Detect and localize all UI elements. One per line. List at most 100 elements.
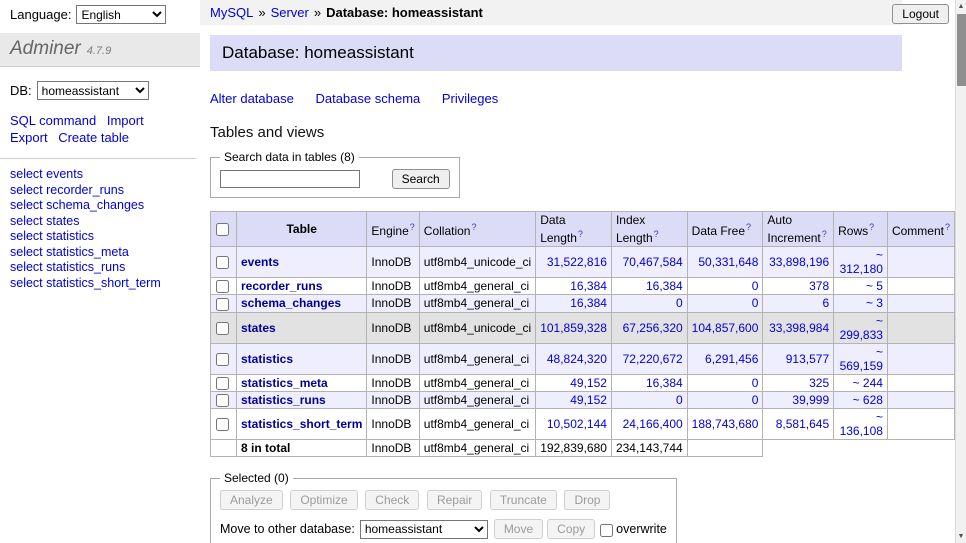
sidebar-table-link[interactable]: select statistics <box>10 229 190 245</box>
scrollbar-thumb[interactable] <box>957 14 966 86</box>
data-length-link[interactable]: 49,152 <box>570 376 607 390</box>
data-free-link[interactable]: 0 <box>752 279 759 293</box>
rows-link[interactable]: ~ 299,833 <box>840 314 883 342</box>
index-length-link[interactable]: 16,384 <box>646 376 683 390</box>
sidebar-link[interactable]: SQL command <box>10 112 96 129</box>
table-name-link[interactable]: states <box>241 321 276 335</box>
index-length-link[interactable]: 16,384 <box>646 279 683 293</box>
table-name-link[interactable]: statistics_runs <box>241 393 326 407</box>
data-length-link[interactable]: 16,384 <box>570 279 607 293</box>
move-button[interactable]: Move <box>494 519 543 539</box>
db-action-link[interactable]: Database schema <box>315 91 420 106</box>
data-free-link[interactable]: 0 <box>752 296 759 310</box>
db-select[interactable]: homeassistant <box>37 81 149 100</box>
sidebar-table-link[interactable]: select schema_changes <box>10 198 190 214</box>
sidebar-table-link[interactable]: select statistics_meta <box>10 245 190 261</box>
index-length-link[interactable]: 0 <box>676 393 683 407</box>
data-length-link[interactable]: 31,522,816 <box>547 255 607 269</box>
auto-increment-link[interactable]: 378 <box>809 279 829 293</box>
language-select[interactable]: English <box>76 5 166 24</box>
table-search-input[interactable] <box>220 170 360 188</box>
help-link[interactable]: ? <box>945 222 950 232</box>
index-length-link[interactable]: 67,256,320 <box>623 321 683 335</box>
sidebar-table-link[interactable]: select events <box>10 167 190 183</box>
auto-increment-link[interactable]: 8,581,645 <box>776 417 829 431</box>
rows-link[interactable]: ~ 244 <box>853 376 883 390</box>
check-button[interactable]: Check <box>365 490 419 510</box>
data-free-link[interactable]: 0 <box>752 393 759 407</box>
rows-link[interactable]: ~ 3 <box>866 296 883 310</box>
sidebar-table-link[interactable]: select recorder_runs <box>10 183 190 199</box>
truncate-button[interactable]: Truncate <box>490 490 557 510</box>
sidebar-link[interactable]: Export <box>10 129 48 146</box>
data-length-link[interactable]: 49,152 <box>570 393 607 407</box>
select-all-checkbox[interactable] <box>216 223 229 236</box>
sidebar-table-link[interactable]: select statistics_runs <box>10 260 190 276</box>
scrollbar[interactable]: ▲ ▼ <box>955 0 966 543</box>
sidebar-table-link[interactable]: select statistics_short_term <box>10 276 190 292</box>
drop-button[interactable]: Drop <box>564 490 610 510</box>
row-checkbox[interactable] <box>216 256 229 269</box>
data-free-link[interactable]: 104,857,600 <box>692 321 759 335</box>
row-checkbox[interactable] <box>216 298 229 311</box>
row-checkbox[interactable] <box>216 322 229 335</box>
sidebar-table-link[interactable]: select states <box>10 214 190 230</box>
help-link[interactable]: ? <box>746 222 751 232</box>
help-link[interactable]: ? <box>471 222 476 232</box>
table-name-link[interactable]: statistics <box>241 352 293 366</box>
breadcrumb-server-link[interactable]: Server <box>271 5 309 20</box>
data-length-link[interactable]: 101,859,328 <box>540 321 607 335</box>
row-checkbox[interactable] <box>216 280 229 293</box>
help-link[interactable]: ? <box>410 222 415 232</box>
auto-increment-link[interactable]: 39,999 <box>792 393 829 407</box>
index-length-link[interactable]: 72,220,672 <box>623 352 683 366</box>
search-button[interactable]: Search <box>392 169 450 189</box>
logout-button[interactable]: Logout <box>892 4 949 24</box>
scroll-up-icon[interactable]: ▲ <box>956 0 966 13</box>
move-database-select[interactable]: homeassistant <box>360 520 488 539</box>
sidebar-link[interactable]: Create table <box>58 129 129 146</box>
index-length-link[interactable]: 24,166,400 <box>623 417 683 431</box>
auto-increment-link[interactable]: 33,898,196 <box>769 255 829 269</box>
help-link[interactable]: ? <box>869 222 874 232</box>
row-checkbox[interactable] <box>216 418 229 431</box>
sidebar-link[interactable]: Import <box>107 112 144 129</box>
data-length-link[interactable]: 48,824,320 <box>547 352 607 366</box>
rows-link[interactable]: ~ 136,108 <box>840 410 883 438</box>
rows-link[interactable]: ~ 5 <box>866 279 883 293</box>
db-action-link[interactable]: Alter database <box>210 91 294 106</box>
auto-increment-link[interactable]: 325 <box>809 376 829 390</box>
table-name-link[interactable]: statistics_meta <box>241 376 328 390</box>
auto-increment-link[interactable]: 913,577 <box>786 352 829 366</box>
help-link[interactable]: ? <box>654 229 659 239</box>
breadcrumb-mysql-link[interactable]: MySQL <box>210 5 253 20</box>
auto-increment-link[interactable]: 33,398,984 <box>769 321 829 335</box>
help-link[interactable]: ? <box>578 229 583 239</box>
analyze-button[interactable]: Analyze <box>220 490 283 510</box>
help-link[interactable]: ? <box>822 229 827 239</box>
table-name-link[interactable]: recorder_runs <box>241 279 322 293</box>
table-name-link[interactable]: schema_changes <box>241 296 341 310</box>
auto-increment-link[interactable]: 6 <box>822 296 829 310</box>
index-length-link[interactable]: 70,467,584 <box>623 255 683 269</box>
table-name-link[interactable]: statistics_short_term <box>241 417 362 431</box>
repair-button[interactable]: Repair <box>427 490 482 510</box>
data-length-link[interactable]: 16,384 <box>570 296 607 310</box>
row-checkbox[interactable] <box>216 377 229 390</box>
data-free-link[interactable]: 50,331,648 <box>698 255 758 269</box>
table-name-link[interactable]: events <box>241 255 279 269</box>
data-length-link[interactable]: 10,502,144 <box>547 417 607 431</box>
db-action-link[interactable]: Privileges <box>442 91 498 106</box>
overwrite-checkbox[interactable] <box>600 524 613 537</box>
row-checkbox[interactable] <box>216 353 229 366</box>
data-free-link[interactable]: 6,291,456 <box>705 352 758 366</box>
row-checkbox[interactable] <box>216 394 229 407</box>
rows-link[interactable]: ~ 569,159 <box>840 345 883 373</box>
data-free-link[interactable]: 0 <box>752 376 759 390</box>
rows-link[interactable]: ~ 628 <box>853 393 883 407</box>
index-length-link[interactable]: 0 <box>676 296 683 310</box>
rows-link[interactable]: ~ 312,180 <box>840 248 883 276</box>
scroll-down-icon[interactable]: ▼ <box>956 530 966 543</box>
optimize-button[interactable]: Optimize <box>290 490 357 510</box>
data-free-link[interactable]: 188,743,680 <box>692 417 759 431</box>
